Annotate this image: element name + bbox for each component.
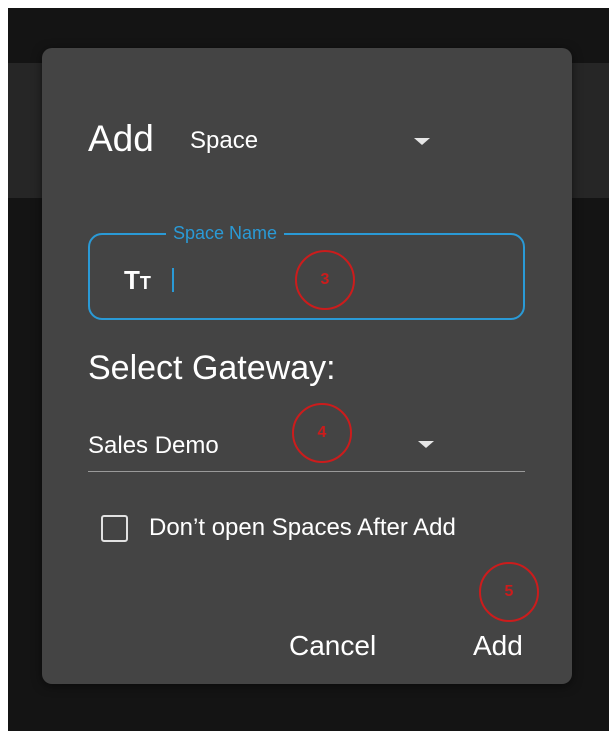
step-marker-5: 5 [479,562,539,622]
cancel-button[interactable]: Cancel [289,629,376,663]
add-button[interactable]: Add [473,629,523,663]
gateway-value: Sales Demo [88,432,219,459]
dont-open-spaces-checkbox[interactable] [101,515,128,542]
text-format-icon: TT [124,265,151,295]
gateway-underline [88,471,525,472]
step-marker-3: 3 [295,250,355,310]
item-type-value: Space [190,127,259,154]
chevron-down-icon [414,138,430,145]
item-type-select[interactable]: Space [190,124,440,158]
text-cursor [172,268,174,292]
dont-open-spaces-label: Don’t open Spaces After Add [149,514,456,541]
step-marker-4: 4 [292,403,352,463]
chevron-down-icon [418,441,434,448]
select-gateway-heading: Select Gateway: [88,349,336,387]
dialog-title-add: Add [88,118,154,159]
space-name-label: Space Name [166,222,285,244]
